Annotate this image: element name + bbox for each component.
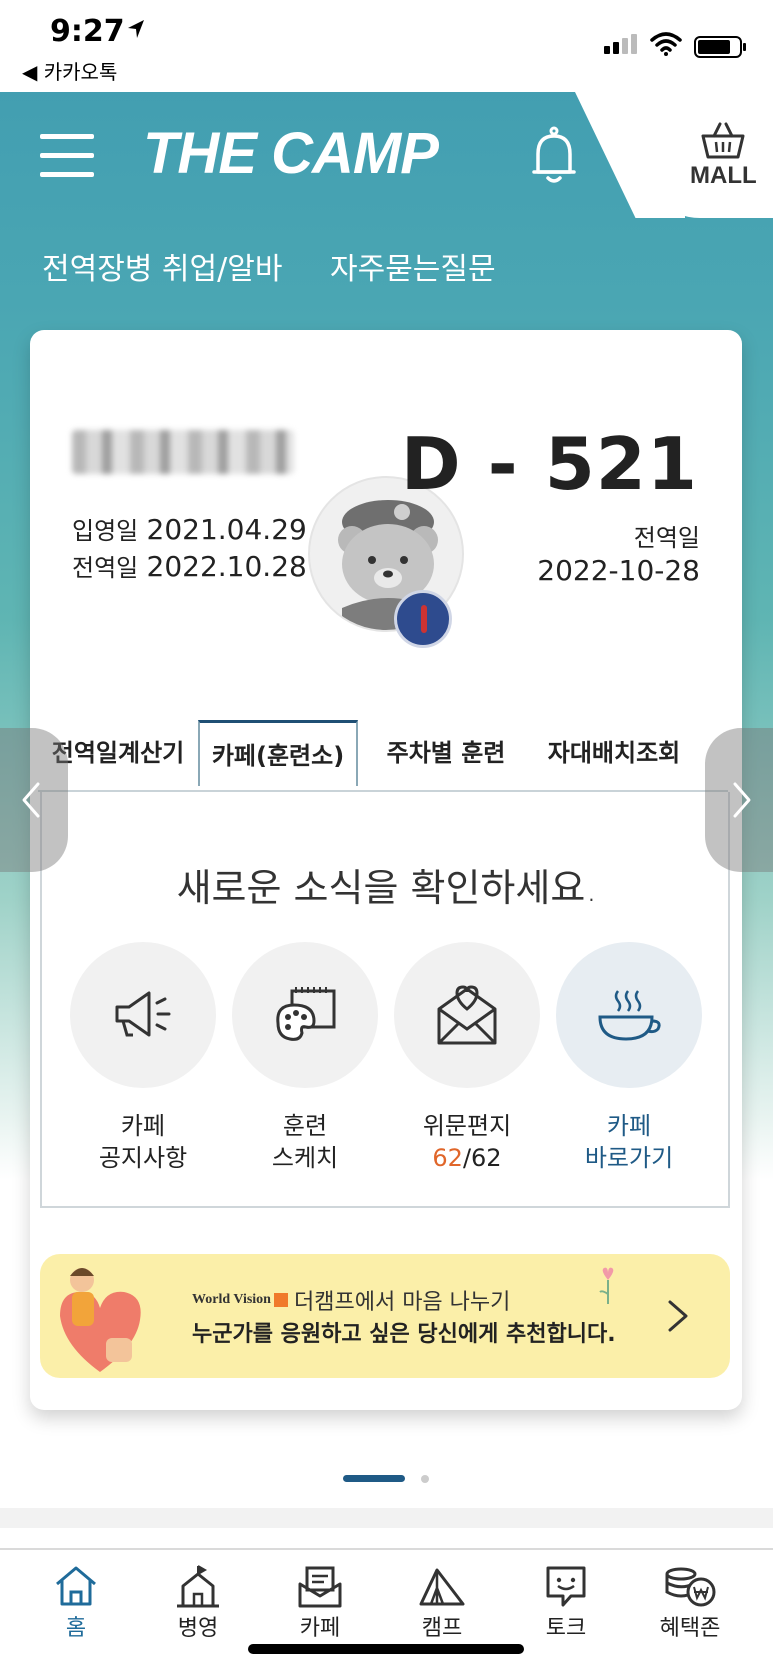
cafe-shortcut-line1: 카페: [606, 1112, 652, 1140]
heart-person-illustration: [60, 1268, 141, 1372]
chat-bubble-icon: [546, 1566, 586, 1607]
home-indicator[interactable]: [248, 1644, 524, 1654]
training-sketch-line1: 훈련: [282, 1112, 328, 1140]
comfort-letter-item[interactable]: 위문편지 62/62: [394, 942, 540, 1174]
cafe-notice-item[interactable]: 카페 공지사항: [70, 942, 216, 1174]
unit-badge: [394, 590, 452, 648]
nav-barracks[interactable]: 병영: [148, 1564, 248, 1642]
nav-barracks-label: 병영: [177, 1616, 219, 1641]
tab-cafe-training[interactable]: 카페(훈련소): [198, 720, 358, 786]
menu-icon[interactable]: [40, 134, 94, 178]
coins-icon: [665, 1567, 716, 1607]
discharge-label: 전역일: [72, 554, 139, 582]
nav-cafe[interactable]: 카페: [270, 1564, 370, 1642]
tab-bar: 전역일계산기 카페(훈련소) 주차별 훈련 자대배치조회: [30, 720, 742, 786]
chevron-right-icon: [733, 782, 751, 818]
heart-letter-icon: [437, 985, 497, 1045]
bell-icon[interactable]: [530, 126, 578, 186]
letter-count-total: /62: [462, 1144, 502, 1172]
megaphone-icon: [115, 991, 171, 1037]
worldvision-logo: World Vision: [192, 1292, 288, 1308]
home-icon: [56, 1566, 96, 1606]
dday-counter: D - 521: [400, 422, 698, 506]
letter-count: 62/62: [394, 1142, 540, 1174]
comfort-letter-line1: 위문편지: [422, 1112, 512, 1140]
training-sketch-item[interactable]: 훈련 스케치: [232, 942, 378, 1174]
cafe-notice-circle: [70, 942, 216, 1088]
cafe-shortcut-circle: [556, 942, 702, 1088]
letter-count-current: 62: [432, 1144, 463, 1172]
cafe-notice-line2: 공지사항: [98, 1144, 188, 1172]
discharge-date-right: 2022-10-28: [537, 554, 700, 587]
worldvision-banner[interactable]: World Vision 더캠프에서 마음 나누기 누군가를 응원하고 싶은 당…: [40, 1254, 730, 1378]
blurred-name: [72, 430, 294, 474]
back-to-app-link[interactable]: ◀ 카카오톡: [22, 56, 117, 85]
carousel-next-button[interactable]: [705, 728, 773, 872]
chevron-left-icon: [22, 782, 40, 818]
palette-icon: [276, 987, 336, 1041]
app-logo[interactable]: THE CAMP: [143, 122, 439, 186]
nav-camp-label: 캠프: [421, 1616, 463, 1641]
pager-dot-active[interactable]: [343, 1475, 405, 1482]
nav-home[interactable]: 홈: [26, 1564, 126, 1642]
panel-headline: 새로운 소식을 확인하세요.: [176, 866, 598, 910]
discharge-date: 2022.10.28: [146, 550, 307, 583]
bottom-navigation: 홈 병영 카페 캠프 토크 혜택존: [0, 1548, 773, 1674]
tab-unit-assignment[interactable]: 자대배치조회: [534, 720, 694, 786]
tab-weekly-training[interactable]: 주차별 훈련: [366, 720, 526, 786]
coffee-cup-icon: [598, 990, 661, 1041]
barracks-icon: [177, 1565, 219, 1608]
training-sketch-line2: 스케치: [271, 1144, 339, 1172]
nav-link-faq[interactable]: 자주묻는질문: [330, 252, 496, 287]
cafe-letter-icon: [298, 1566, 342, 1608]
section-divider: [0, 1508, 773, 1528]
status-bar: 9:27 ◀ 카카오톡: [0, 0, 773, 92]
comfort-letter-label: 위문편지 62/62: [394, 1110, 540, 1174]
nav-camp[interactable]: 캠프: [392, 1564, 492, 1642]
nav-talk-label: 토크: [545, 1616, 587, 1641]
location-arrow-icon: [128, 20, 144, 38]
nav-benefits[interactable]: 혜택존: [640, 1564, 740, 1642]
comfort-letter-circle: [394, 942, 540, 1088]
cafe-shortcut-line2: 바로가기: [584, 1144, 674, 1172]
pager-dot[interactable]: [421, 1474, 429, 1483]
wifi-icon: [650, 32, 682, 56]
status-time: 9:27: [50, 14, 125, 49]
training-sketch-circle: [232, 942, 378, 1088]
worldvision-logo-text: World Vision: [192, 1292, 271, 1307]
enlist-date: 2021.04.29: [146, 513, 307, 546]
training-sketch-label: 훈련 스케치: [232, 1110, 378, 1174]
basket-icon[interactable]: [700, 120, 746, 160]
enlist-label: 입영일: [72, 517, 139, 545]
carousel-pager: [343, 1468, 429, 1487]
profile-card: 입영일 2021.04.29 전역일 2022.10.28 D - 521 전역…: [30, 330, 742, 1410]
nav-cafe-label: 카페: [299, 1616, 341, 1641]
nav-talk[interactable]: 토크: [516, 1564, 616, 1642]
carousel-prev-button[interactable]: [0, 728, 68, 872]
cafe-shortcut-item[interactable]: 카페 바로가기: [556, 942, 702, 1174]
banner-subtitle: 누군가를 응원하고 싶은 당신에게 추천합니다.: [192, 1322, 616, 1347]
signal-icon: [604, 34, 640, 54]
cafe-notice-line1: 카페: [120, 1112, 166, 1140]
service-dates: 입영일 2021.04.29 전역일 2022.10.28: [72, 512, 307, 586]
mall-label[interactable]: MALL: [690, 162, 757, 190]
nav-home-label: 홈: [65, 1616, 87, 1641]
discharge-label-right: 전역일: [633, 524, 700, 552]
banner-title: 더캠프에서 마음 나누기: [294, 1290, 511, 1315]
nav-link-jobs[interactable]: 전역장병 취업/알바: [42, 252, 282, 287]
chevron-right-icon[interactable]: [666, 1298, 690, 1334]
tent-icon: [419, 1568, 465, 1606]
worldvision-logo-mark: [273, 1292, 288, 1307]
sub-navigation: 전역장병 취업/알바 자주묻는질문: [42, 244, 534, 288]
flower-icon: [599, 1267, 614, 1304]
cafe-notice-label: 카페 공지사항: [70, 1110, 216, 1174]
cafe-panel: 새로운 소식을 확인하세요. 카페 공지사항 훈련 스케치 위문편지 62/62…: [40, 792, 730, 1208]
cafe-shortcut-label: 카페 바로가기: [556, 1110, 702, 1174]
nav-benefits-label: 혜택존: [659, 1616, 721, 1641]
battery-icon: [694, 36, 746, 58]
